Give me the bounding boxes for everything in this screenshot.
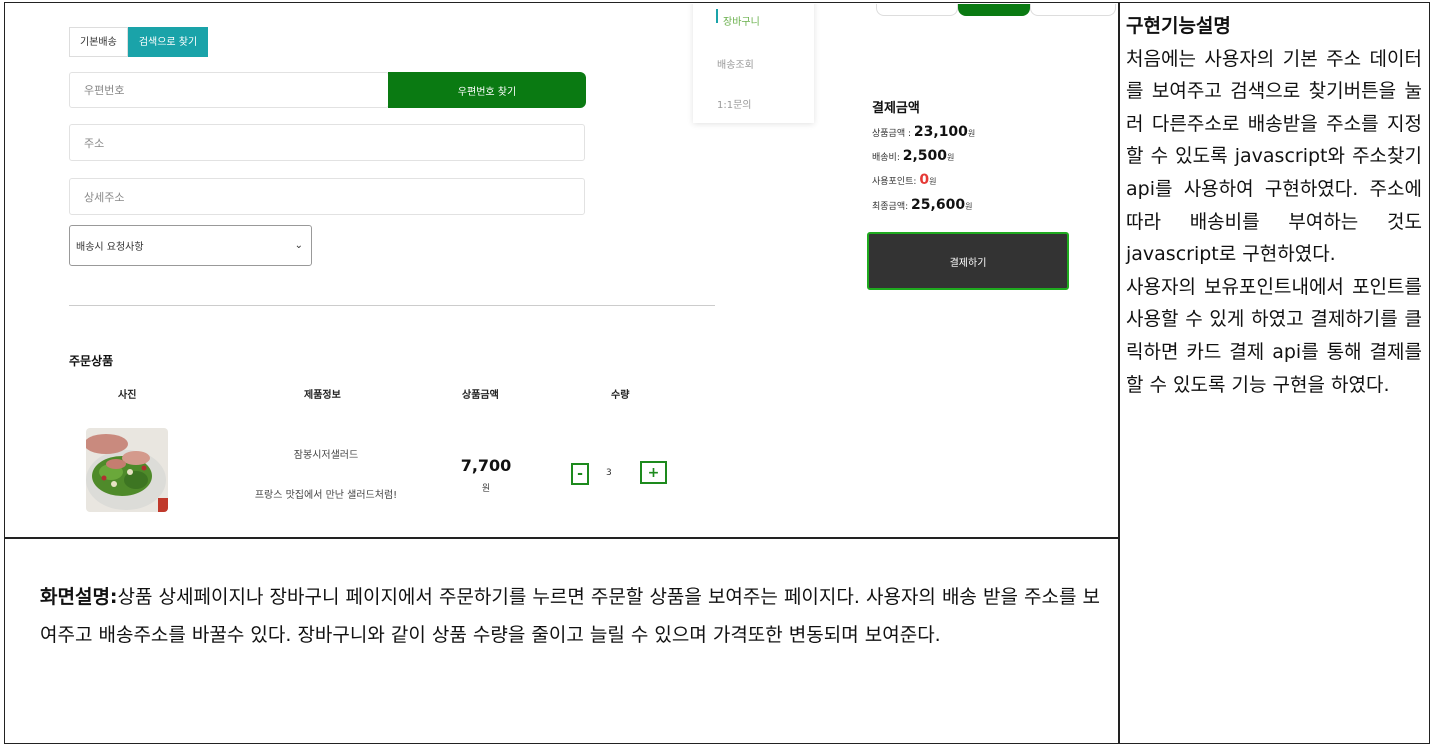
column-header-price: 상품금액: [462, 390, 499, 401]
payment-shipping-row: 배송비: 2,500원: [872, 148, 954, 164]
top-button-middle[interactable]: [958, 4, 1030, 16]
final-amount-label: 최종금액:: [872, 202, 909, 212]
shipping-fee-unit: 원: [947, 153, 955, 162]
side-menu-delivery-tracking[interactable]: 배송조회: [717, 56, 754, 71]
implementation-title: 구현기능설명: [1126, 15, 1231, 37]
chevron-down-icon: ⌄: [294, 240, 303, 251]
quantity-increase-button[interactable]: +: [640, 461, 667, 484]
side-menu-cart[interactable]: 장바구니: [723, 13, 760, 28]
screen-description: 화면설명:상품 상세페이지나 장바구니 페이지에서 주문하기를 누르면 주문할 …: [40, 578, 1100, 654]
order-page-screenshot: 기본배송 검색으로 찾기 우편번호 우편번호 찾기 주소 상세주소 배송시 요청…: [6, 4, 1117, 536]
pay-button[interactable]: 결제하기: [867, 232, 1069, 290]
top-button-left[interactable]: [876, 4, 958, 16]
points-value: 0: [919, 172, 930, 188]
quantity-decrease-button[interactable]: -: [571, 463, 589, 485]
top-button-right[interactable]: [1030, 4, 1116, 16]
column-header-product-info: 제품정보: [304, 390, 341, 401]
find-zip-button[interactable]: 우편번호 찾기: [388, 72, 586, 108]
delivery-request-select[interactable]: 배송시 요청사항 ⌄: [69, 225, 312, 266]
payment-points-row: 사용포인트: 0원: [872, 172, 936, 188]
points-unit: 원: [929, 177, 937, 186]
implementation-text: 처음에는 사용자의 기본 주소 데이터를 보여주고 검색으로 찾기버튼을 눌러 …: [1126, 47, 1422, 266]
side-menu-inquiry[interactable]: 1:1문의: [717, 96, 752, 111]
side-menu-active-indicator: [716, 9, 718, 23]
column-header-quantity: 수량: [611, 390, 630, 401]
address-input[interactable]: 주소: [69, 124, 585, 161]
product-price: 7,700: [460, 456, 512, 475]
implementation-text-2: 사용자의 보유포인트내에서 포인트를 사용할 수 있게 하였고 결제하기를 클릭…: [1126, 275, 1422, 396]
tab-default-shipping[interactable]: 기본배송: [69, 27, 128, 57]
product-amount-unit: 원: [967, 129, 976, 138]
row-divider: [4, 537, 1119, 539]
shipping-fee-value: 2,500: [902, 148, 948, 164]
top-buttons-cutoff: [876, 4, 1116, 16]
product-name: 잠봉시저샐러드: [293, 450, 359, 461]
address-detail-input[interactable]: 상세주소: [69, 178, 585, 215]
payment-final-row: 최종금액: 25,600원: [872, 197, 972, 213]
final-amount-value: 25,600: [911, 197, 966, 213]
section-divider: [69, 305, 715, 306]
shipping-fee-label: 배송비:: [872, 153, 900, 163]
delivery-request-value: 배송시 요청사항: [76, 242, 144, 253]
screen-description-label: 화면설명:: [40, 586, 118, 608]
final-amount-unit: 원: [965, 202, 973, 211]
product-amount-value: 23,100: [913, 124, 968, 140]
order-section-title: 주문상품: [69, 354, 114, 368]
product-photo: [86, 428, 168, 512]
quantity-value: 3: [606, 468, 612, 478]
screen-description-text: 상품 상세페이지나 장바구니 페이지에서 주문하기를 누르면 주문할 상품을 보…: [40, 586, 1100, 646]
points-label: 사용포인트:: [872, 177, 917, 187]
payment-title: 결제금액: [872, 101, 920, 116]
zip-code-input[interactable]: 우편번호: [69, 72, 389, 108]
column-divider: [1118, 2, 1120, 744]
product-amount-label: 상품금액 :: [872, 129, 912, 139]
shipping-tabs: 기본배송 검색으로 찾기: [69, 27, 209, 57]
product-price-unit: 원: [481, 484, 491, 494]
tab-search-address[interactable]: 검색으로 찾기: [127, 27, 209, 57]
column-header-photo: 사진: [118, 390, 137, 401]
payment-product-amount-row: 상품금액 : 23,100원: [872, 124, 975, 140]
side-menu: 장바구니 배송조회 1:1문의: [693, 4, 814, 123]
product-description: 프랑스 맛집에서 만난 샐러드처럼!: [254, 490, 398, 501]
implementation-description: 구현기능설명 처음에는 사용자의 기본 주소 데이터를 보여주고 검색으로 찾기…: [1126, 10, 1422, 401]
